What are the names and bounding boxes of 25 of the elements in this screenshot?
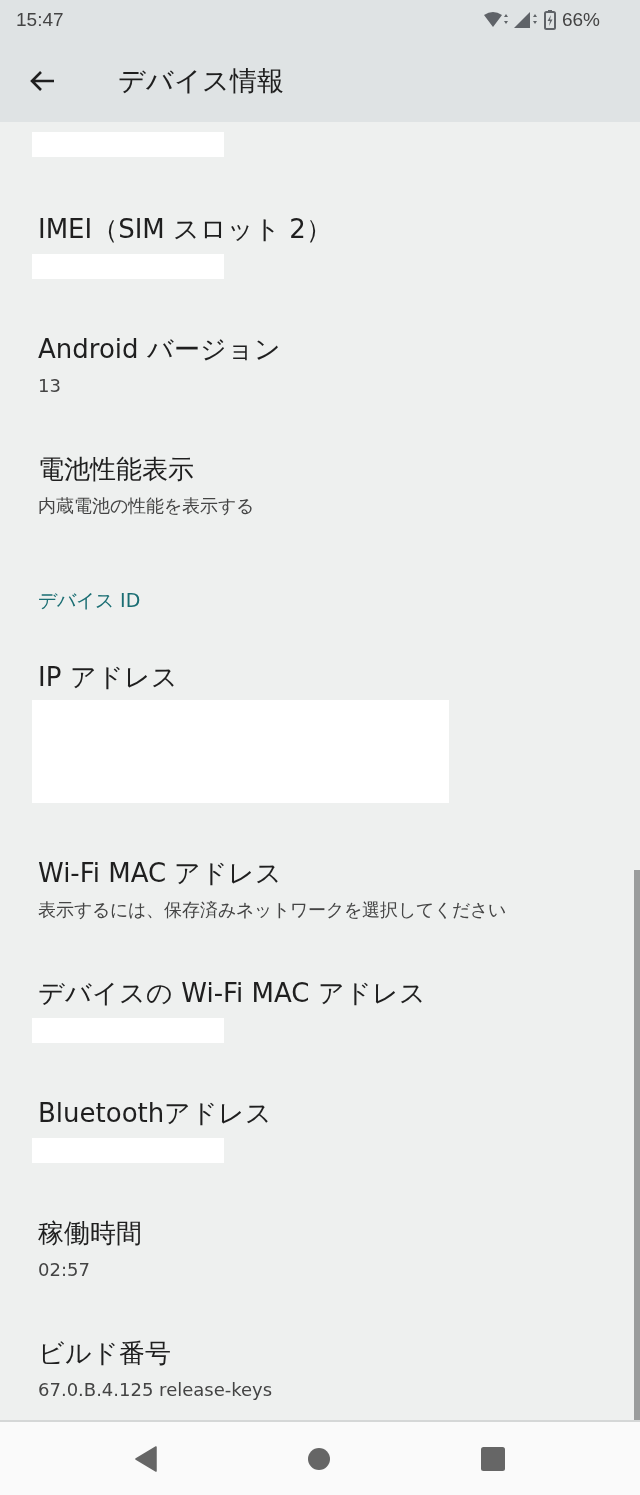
wifi-icon [483, 12, 508, 28]
battery-percent: 66% [561, 9, 600, 31]
setting-title[interactable]: IP アドレス [38, 659, 178, 695]
setting-title[interactable]: ビルド番号 [38, 1335, 171, 1371]
back-arrow-icon[interactable] [30, 70, 56, 92]
signal-icon [513, 11, 538, 29]
setting-title[interactable]: Android バージョン [38, 331, 281, 367]
setting-title[interactable]: Bluetoothアドレス [38, 1095, 273, 1131]
home-icon[interactable] [308, 1447, 330, 1470]
setting-value: 表示するには、保存済みネットワークを選択してください [38, 898, 506, 922]
setting-value: 13 [38, 374, 61, 398]
setting-value: 02:57 [38, 1258, 90, 1282]
setting-value: 67.0.B.4.125 release-keys [38, 1378, 273, 1402]
screen-title: デバイス情報 [118, 64, 284, 98]
status-time: 15:47 [16, 9, 64, 31]
section-header: デバイス ID [38, 588, 141, 613]
setting-title[interactable]: Wi-Fi MAC アドレス [38, 855, 283, 891]
setting-title[interactable]: デバイスの Wi-Fi MAC アドレス [38, 975, 426, 1011]
setting-title[interactable]: 稼働時間 [38, 1215, 142, 1251]
setting-value: 内蔵電池の性能を表示する [38, 494, 254, 518]
battery-charging-icon [543, 10, 556, 30]
setting-title[interactable]: 電池性能表示 [38, 451, 194, 487]
recents-icon[interactable] [480, 1446, 505, 1471]
back-icon[interactable] [135, 1445, 158, 1472]
setting-title[interactable]: IMEI（SIM スロット 2） [38, 211, 332, 247]
